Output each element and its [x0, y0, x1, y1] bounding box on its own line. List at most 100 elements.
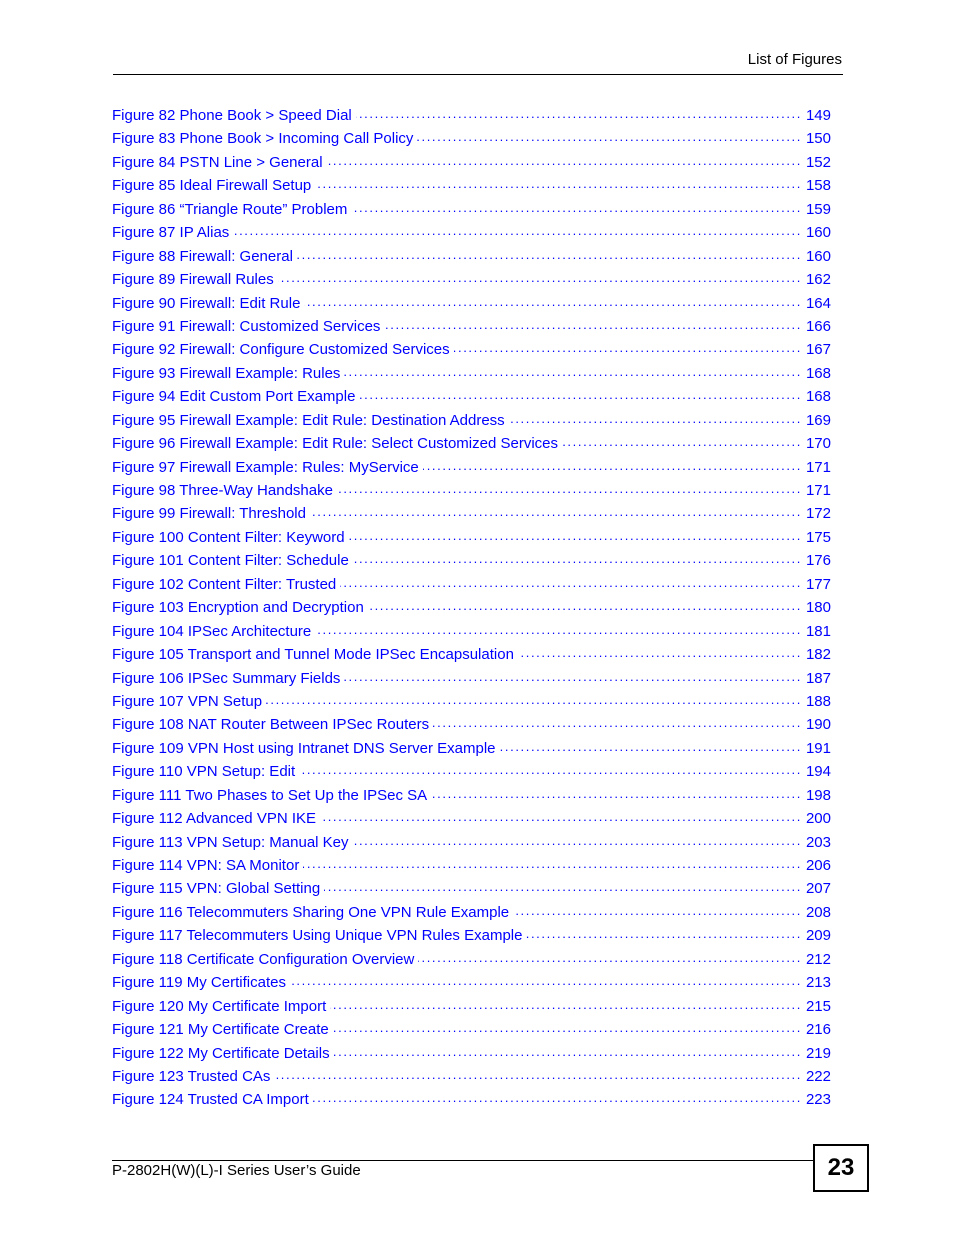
toc-entry-page-number[interactable]: 198 — [802, 787, 831, 804]
toc-entry-page-number[interactable]: 215 — [802, 998, 831, 1015]
toc-entry-page-number[interactable]: 208 — [802, 904, 831, 921]
toc-entry-label[interactable]: Figure 104 IPSec Architecture — [112, 623, 315, 640]
toc-entry-page-number[interactable]: 172 — [802, 505, 831, 522]
toc-entry-label[interactable]: Figure 95 Firewall Example: Edit Rule: D… — [112, 412, 509, 429]
toc-entry-label[interactable]: Figure 92 Firewall: Configure Customized… — [112, 341, 454, 358]
toc-entry-page-number[interactable]: 168 — [802, 388, 831, 405]
toc-entry-page-number[interactable]: 152 — [802, 154, 831, 171]
toc-entry[interactable]: Figure 117 Telecommuters Using Unique VP… — [112, 925, 831, 948]
toc-entry[interactable]: Figure 118 Certificate Configuration Ove… — [112, 949, 831, 972]
toc-entry-page-number[interactable]: 149 — [802, 107, 831, 124]
toc-entry-label[interactable]: Figure 87 IP Alias — [112, 224, 233, 241]
toc-entry[interactable]: Figure 90 Firewall: Edit Rule 164 — [112, 293, 831, 316]
toc-entry[interactable]: Figure 83 Phone Book > Incoming Call Pol… — [112, 128, 831, 151]
toc-entry-label[interactable]: Figure 88 Firewall: General — [112, 248, 297, 265]
toc-entry-page-number[interactable]: 223 — [802, 1091, 831, 1108]
toc-entry-page-number[interactable]: 212 — [802, 951, 831, 968]
toc-entry-label[interactable]: Figure 111 Two Phases to Set Up the IPSe… — [112, 787, 431, 804]
toc-entry-label[interactable]: Figure 119 My Certificates — [112, 974, 290, 991]
toc-entry[interactable]: Figure 82 Phone Book > Speed Dial 149 — [112, 105, 831, 128]
toc-entry-label[interactable]: Figure 114 VPN: SA Monitor — [112, 857, 303, 874]
toc-entry-page-number[interactable]: 206 — [802, 857, 831, 874]
toc-entry[interactable]: Figure 96 Firewall Example: Edit Rule: S… — [112, 433, 831, 456]
toc-entry[interactable]: Figure 121 My Certificate Create 216 — [112, 1019, 831, 1042]
toc-entry-page-number[interactable]: 194 — [802, 763, 831, 780]
toc-entry-label[interactable]: Figure 107 VPN Setup — [112, 693, 266, 710]
toc-entry[interactable]: Figure 123 Trusted CAs 222 — [112, 1066, 831, 1089]
toc-entry[interactable]: Figure 119 My Certificates 213 — [112, 972, 831, 995]
toc-entry[interactable]: Figure 99 Firewall: Threshold 172 — [112, 503, 831, 526]
toc-entry[interactable]: Figure 92 Firewall: Configure Customized… — [112, 339, 831, 362]
toc-entry-label[interactable]: Figure 110 VPN Setup: Edit — [112, 763, 299, 780]
toc-entry[interactable]: Figure 112 Advanced VPN IKE 200 — [112, 808, 831, 831]
toc-entry[interactable]: Figure 93 Firewall Example: Rules 168 — [112, 363, 831, 386]
toc-entry[interactable]: Figure 84 PSTN Line > General 152 — [112, 152, 831, 175]
toc-entry-page-number[interactable]: 188 — [802, 693, 831, 710]
toc-entry-page-number[interactable]: 159 — [802, 201, 831, 218]
toc-entry-label[interactable]: Figure 97 Firewall Example: Rules: MySer… — [112, 459, 423, 476]
toc-entry-page-number[interactable]: 158 — [802, 177, 831, 194]
toc-entry-label[interactable]: Figure 121 My Certificate Create — [112, 1021, 333, 1038]
toc-entry[interactable]: Figure 105 Transport and Tunnel Mode IPS… — [112, 644, 831, 667]
toc-entry[interactable]: Figure 97 Firewall Example: Rules: MySer… — [112, 457, 831, 480]
toc-entry-label[interactable]: Figure 101 Content Filter: Schedule — [112, 552, 353, 569]
toc-entry-label[interactable]: Figure 86 “Triangle Route” Problem — [112, 201, 351, 218]
toc-entry-label[interactable]: Figure 99 Firewall: Threshold — [112, 505, 310, 522]
toc-entry-label[interactable]: Figure 116 Telecommuters Sharing One VPN… — [112, 904, 513, 921]
toc-entry[interactable]: Figure 116 Telecommuters Sharing One VPN… — [112, 902, 831, 925]
toc-entry-page-number[interactable]: 200 — [802, 810, 831, 827]
toc-entry-page-number[interactable]: 191 — [802, 740, 831, 757]
toc-entry[interactable]: Figure 85 Ideal Firewall Setup 158 — [112, 175, 831, 198]
toc-entry[interactable]: Figure 91 Firewall: Customized Services … — [112, 316, 831, 339]
toc-entry-label[interactable]: Figure 106 IPSec Summary Fields — [112, 670, 344, 687]
toc-entry[interactable]: Figure 109 VPN Host using Intranet DNS S… — [112, 738, 831, 761]
toc-entry-label[interactable]: Figure 100 Content Filter: Keyword — [112, 529, 349, 546]
toc-entry[interactable]: Figure 103 Encryption and Decryption 180 — [112, 597, 831, 620]
toc-entry-page-number[interactable]: 213 — [802, 974, 831, 991]
toc-entry-page-number[interactable]: 171 — [802, 482, 831, 499]
toc-entry[interactable]: Figure 107 VPN Setup 188 — [112, 691, 831, 714]
toc-entry-label[interactable]: Figure 83 Phone Book > Incoming Call Pol… — [112, 130, 417, 147]
toc-entry-label[interactable]: Figure 105 Transport and Tunnel Mode IPS… — [112, 646, 518, 663]
toc-entry[interactable]: Figure 88 Firewall: General 160 — [112, 246, 831, 269]
toc-entry-label[interactable]: Figure 85 Ideal Firewall Setup — [112, 177, 315, 194]
toc-entry[interactable]: Figure 98 Three-Way Handshake 171 — [112, 480, 831, 503]
toc-entry-page-number[interactable]: 180 — [802, 599, 831, 616]
toc-entry-page-number[interactable]: 177 — [802, 576, 831, 593]
toc-entry-page-number[interactable]: 150 — [802, 130, 831, 147]
toc-entry-page-number[interactable]: 175 — [802, 529, 831, 546]
toc-entry-page-number[interactable]: 181 — [802, 623, 831, 640]
toc-entry[interactable]: Figure 124 Trusted CA Import 223 — [112, 1089, 831, 1112]
toc-entry[interactable]: Figure 108 NAT Router Between IPSec Rout… — [112, 714, 831, 737]
toc-entry-page-number[interactable]: 176 — [802, 552, 831, 569]
toc-entry-label[interactable]: Figure 102 Content Filter: Trusted — [112, 576, 340, 593]
toc-entry-page-number[interactable]: 190 — [802, 716, 831, 733]
toc-entry[interactable]: Figure 104 IPSec Architecture 181 — [112, 621, 831, 644]
toc-entry-label[interactable]: Figure 82 Phone Book > Speed Dial — [112, 107, 356, 124]
toc-entry[interactable]: Figure 111 Two Phases to Set Up the IPSe… — [112, 785, 831, 808]
toc-entry-label[interactable]: Figure 94 Edit Custom Port Example — [112, 388, 359, 405]
toc-entry-page-number[interactable]: 167 — [802, 341, 831, 358]
toc-entry[interactable]: Figure 95 Firewall Example: Edit Rule: D… — [112, 410, 831, 433]
toc-entry[interactable]: Figure 122 My Certificate Details 219 — [112, 1043, 831, 1066]
toc-entry-label[interactable]: Figure 89 Firewall Rules — [112, 271, 278, 288]
toc-entry-label[interactable]: Figure 115 VPN: Global Setting — [112, 880, 324, 897]
toc-entry-label[interactable]: Figure 103 Encryption and Decryption — [112, 599, 368, 616]
toc-entry[interactable]: Figure 86 “Triangle Route” Problem 159 — [112, 199, 831, 222]
toc-entry-page-number[interactable]: 162 — [802, 271, 831, 288]
toc-entry-page-number[interactable]: 182 — [802, 646, 831, 663]
toc-entry-label[interactable]: Figure 112 Advanced VPN IKE — [112, 810, 320, 827]
toc-entry-page-number[interactable]: 207 — [802, 880, 831, 897]
toc-entry-page-number[interactable]: 169 — [802, 412, 831, 429]
toc-entry[interactable]: Figure 102 Content Filter: Trusted 177 — [112, 574, 831, 597]
toc-entry[interactable]: Figure 101 Content Filter: Schedule 176 — [112, 550, 831, 573]
toc-entry-label[interactable]: Figure 93 Firewall Example: Rules — [112, 365, 344, 382]
toc-entry[interactable]: Figure 106 IPSec Summary Fields 187 — [112, 668, 831, 691]
toc-entry-page-number[interactable]: 222 — [802, 1068, 831, 1085]
toc-entry-page-number[interactable]: 160 — [802, 224, 831, 241]
toc-entry-label[interactable]: Figure 122 My Certificate Details — [112, 1045, 334, 1062]
toc-entry-page-number[interactable]: 166 — [802, 318, 831, 335]
toc-entry[interactable]: Figure 113 VPN Setup: Manual Key 203 — [112, 832, 831, 855]
toc-entry-page-number[interactable]: 160 — [802, 248, 831, 265]
toc-entry-label[interactable]: Figure 98 Three-Way Handshake — [112, 482, 337, 499]
